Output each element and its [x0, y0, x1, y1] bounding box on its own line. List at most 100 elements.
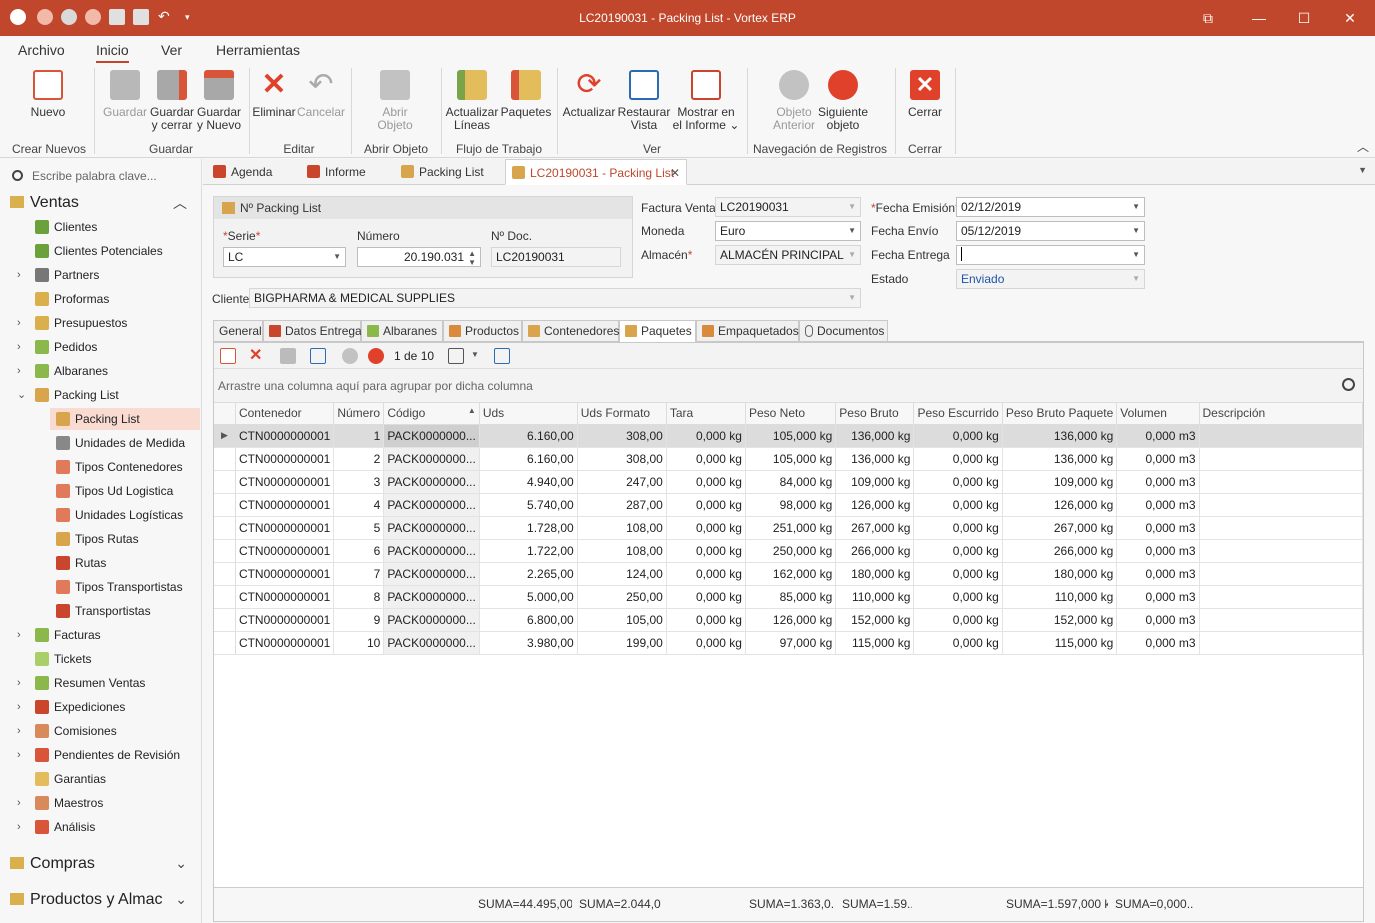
cell-contenedor[interactable]: CTN0000000001	[235, 608, 335, 632]
cell-peso-bruto-paquete[interactable]: 110,000 kg	[1002, 585, 1118, 609]
cell-uds-formato[interactable]: 199,00	[577, 631, 667, 655]
cerrar-button[interactable]: ✕ Cerrar	[897, 70, 953, 119]
sidebar-item-comisiones[interactable]: › Comisiones	[17, 720, 117, 742]
export-icon[interactable]	[310, 348, 326, 364]
cell-peso-bruto-paquete[interactable]: 136,000 kg	[1002, 447, 1118, 471]
cell-peso-neto[interactable]: 84,000 kg	[745, 470, 837, 494]
group-by-zone[interactable]: Arrastre una columna aquí para agrupar p…	[214, 369, 1363, 403]
sidebar-item-tickets[interactable]: Tickets	[35, 648, 92, 670]
table-row[interactable]: CTN0000000001 4 PACK0000000... 5.740,00 287,…	[214, 493, 1363, 517]
fecha-envio-field[interactable]: 05/12/2019 ▼	[956, 221, 1145, 241]
sidebar-item-presupuestos[interactable]: › Presupuestos	[17, 312, 127, 334]
col-uds-formato[interactable]: Uds Formato	[577, 403, 667, 425]
cell-peso-bruto-paquete[interactable]: 126,000 kg	[1002, 493, 1118, 517]
cell-peso-escurrido[interactable]: 0,000 kg	[913, 585, 1003, 609]
cell-tara[interactable]: 0,000 kg	[666, 608, 746, 632]
cell-peso-neto[interactable]: 98,000 kg	[745, 493, 837, 517]
cell-uds-formato[interactable]: 250,00	[577, 585, 667, 609]
cell-volumen[interactable]: 0,000 m3	[1116, 608, 1200, 632]
cell-numero[interactable]: 2	[333, 447, 385, 471]
cell-numero[interactable]: 5	[333, 516, 385, 540]
table-row[interactable]: CTN0000000001 9 PACK0000000... 6.800,00 105,…	[214, 608, 1363, 632]
table-row[interactable]: CTN0000000001 5 PACK0000000... 1.728,00 108,…	[214, 516, 1363, 540]
abrir-objeto-button[interactable]: Abrir Objeto	[367, 70, 423, 132]
paquetes-button[interactable]: Paquetes	[498, 70, 554, 119]
minimize-icon[interactable]: —	[1249, 8, 1269, 28]
table-row[interactable]: CTN0000000001 8 PACK0000000... 5.000,00 250,…	[214, 585, 1363, 609]
moneda-select[interactable]: Euro ▼	[715, 221, 861, 241]
fecha-emision-field[interactable]: 02/12/2019 ▼	[956, 197, 1145, 217]
table-row[interactable]: CTN0000000001 3 PACK0000000... 4.940,00 247,…	[214, 470, 1363, 494]
cell-peso-bruto[interactable]: 126,000 kg	[835, 493, 915, 517]
cell-descripcion[interactable]	[1199, 516, 1363, 540]
cell-peso-bruto-paquete[interactable]: 109,000 kg	[1002, 470, 1118, 494]
numero-spinner[interactable]: 20.190.031 ▲ ▼	[357, 247, 481, 267]
tab-documentos[interactable]: Documentos	[799, 320, 888, 342]
col-uds[interactable]: Uds	[479, 403, 578, 425]
sidebar-item-proformas[interactable]: Proformas	[35, 288, 109, 310]
cell-tara[interactable]: 0,000 kg	[666, 447, 746, 471]
sidebar-item-tipos-transportistas[interactable]: Tipos Transportistas	[56, 576, 183, 598]
cell-uds-formato[interactable]: 108,00	[577, 516, 667, 540]
col-volumen[interactable]: Volumen	[1116, 403, 1200, 425]
cell-uds-formato[interactable]: 247,00	[577, 470, 667, 494]
sidebar-item-unidades-medida[interactable]: Unidades de Medida	[56, 432, 185, 454]
factura-field[interactable]: LC20190031 ▼	[715, 197, 861, 217]
tab-datos-entrega[interactable]: Datos Entrega	[263, 320, 362, 342]
chevron-right-icon[interactable]: ›	[17, 816, 27, 838]
table-row[interactable]: CTN0000000001 6 PACK0000000... 1.722,00 108,…	[214, 539, 1363, 563]
search-input[interactable]: Escribe palabra clave...	[10, 167, 195, 187]
cell-peso-bruto-paquete[interactable]: 180,000 kg	[1002, 562, 1118, 586]
nav-group-compras[interactable]: Compras	[10, 855, 95, 873]
cell-peso-bruto[interactable]: 266,000 kg	[835, 539, 915, 563]
cell-contenedor[interactable]: CTN0000000001	[235, 516, 335, 540]
maximize-icon[interactable]: ☐	[1294, 8, 1314, 28]
menu-archivo[interactable]: Archivo	[18, 42, 65, 58]
cell-descripcion[interactable]	[1199, 539, 1363, 563]
table-row[interactable]: CTN0000000001 2 PACK0000000... 6.160,00 308,…	[214, 447, 1363, 471]
cell-peso-bruto-paquete[interactable]: 266,000 kg	[1002, 539, 1118, 563]
nav-group-productos[interactable]: Productos y Almac	[10, 891, 163, 909]
tabs-dropdown-icon[interactable]: ▼	[1358, 165, 1367, 175]
cell-peso-escurrido[interactable]: 0,000 kg	[913, 424, 1003, 448]
chevron-right-icon[interactable]: ›	[17, 336, 27, 358]
cell-peso-bruto[interactable]: 136,000 kg	[835, 447, 915, 471]
row-indicator[interactable]	[214, 562, 236, 586]
row-indicator[interactable]	[214, 493, 236, 517]
cell-numero[interactable]: 3	[333, 470, 385, 494]
cell-peso-escurrido[interactable]: 0,000 kg	[913, 631, 1003, 655]
cell-peso-neto[interactable]: 126,000 kg	[745, 608, 837, 632]
menu-herramientas[interactable]: Herramientas	[216, 42, 300, 58]
cell-uds[interactable]: 6.160,00	[479, 424, 578, 448]
row-indicator[interactable]	[214, 585, 236, 609]
cell-uds[interactable]: 3.980,00	[479, 631, 578, 655]
collapse-ribbon-icon[interactable]: ︿	[1357, 138, 1369, 155]
cell-codigo[interactable]: PACK0000000...	[383, 470, 480, 494]
spinner-icon[interactable]: ▲ ▼	[468, 249, 476, 266]
objeto-anterior-button[interactable]: Objeto Anterior	[766, 70, 822, 132]
cell-codigo[interactable]: PACK0000000...	[383, 447, 480, 471]
col-descripcion[interactable]: Descripción	[1199, 403, 1363, 425]
cell-peso-bruto[interactable]: 152,000 kg	[835, 608, 915, 632]
cell-uds-formato[interactable]: 108,00	[577, 539, 667, 563]
table-row[interactable]: CTN0000000001 10 PACK0000000... 3.980,00 199…	[214, 631, 1363, 655]
cell-codigo[interactable]: PACK0000000...	[383, 631, 480, 655]
chevron-right-icon[interactable]: ›	[17, 624, 27, 646]
cell-uds[interactable]: 6.800,00	[479, 608, 578, 632]
nodoc-field[interactable]: LC20190031	[491, 247, 621, 267]
nav-group-ventas[interactable]: Ventas	[10, 194, 79, 212]
cell-numero[interactable]: 4	[333, 493, 385, 517]
cell-peso-neto[interactable]: 250,000 kg	[745, 539, 837, 563]
delete-row-icon[interactable]: ✕	[249, 348, 265, 364]
cell-peso-neto[interactable]: 97,000 kg	[745, 631, 837, 655]
close-tab-icon[interactable]: ✕	[670, 160, 680, 186]
tab-albaranes[interactable]: Albaranes	[361, 320, 443, 342]
layout-icon[interactable]	[448, 348, 464, 364]
col-codigo[interactable]: Código ▲	[383, 403, 480, 425]
cell-uds[interactable]: 6.160,00	[479, 447, 578, 471]
sidebar-item-tipos-ud-logistica[interactable]: Tipos Ud Logistica	[56, 480, 173, 502]
cell-uds[interactable]: 5.000,00	[479, 585, 578, 609]
row-focus-indicator-icon[interactable]: ▶	[214, 424, 236, 448]
row-indicator[interactable]	[214, 516, 236, 540]
row-indicator[interactable]	[214, 447, 236, 471]
